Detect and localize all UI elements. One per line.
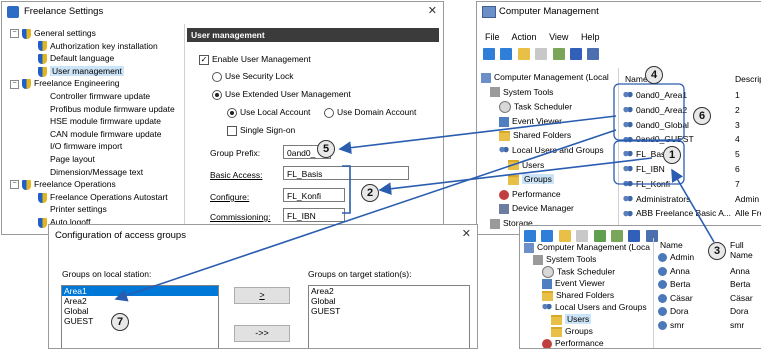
callout-3: 3 [708,242,726,260]
callout-2: 2 [361,184,379,202]
bracket [342,165,351,214]
callout-6: 6 [693,107,711,125]
callout-1: 1 [663,146,681,164]
annotation-overlay [114,83,715,302]
arrow-local-groups [114,129,617,302]
arrow-fl-to-fields [378,157,653,196]
callout-4: 4 [645,66,663,84]
arrow-users-to-groups [671,168,715,243]
callout-7: 7 [111,313,129,331]
callout-5: 5 [317,140,335,158]
group-prefix-highlight-box [613,83,685,141]
